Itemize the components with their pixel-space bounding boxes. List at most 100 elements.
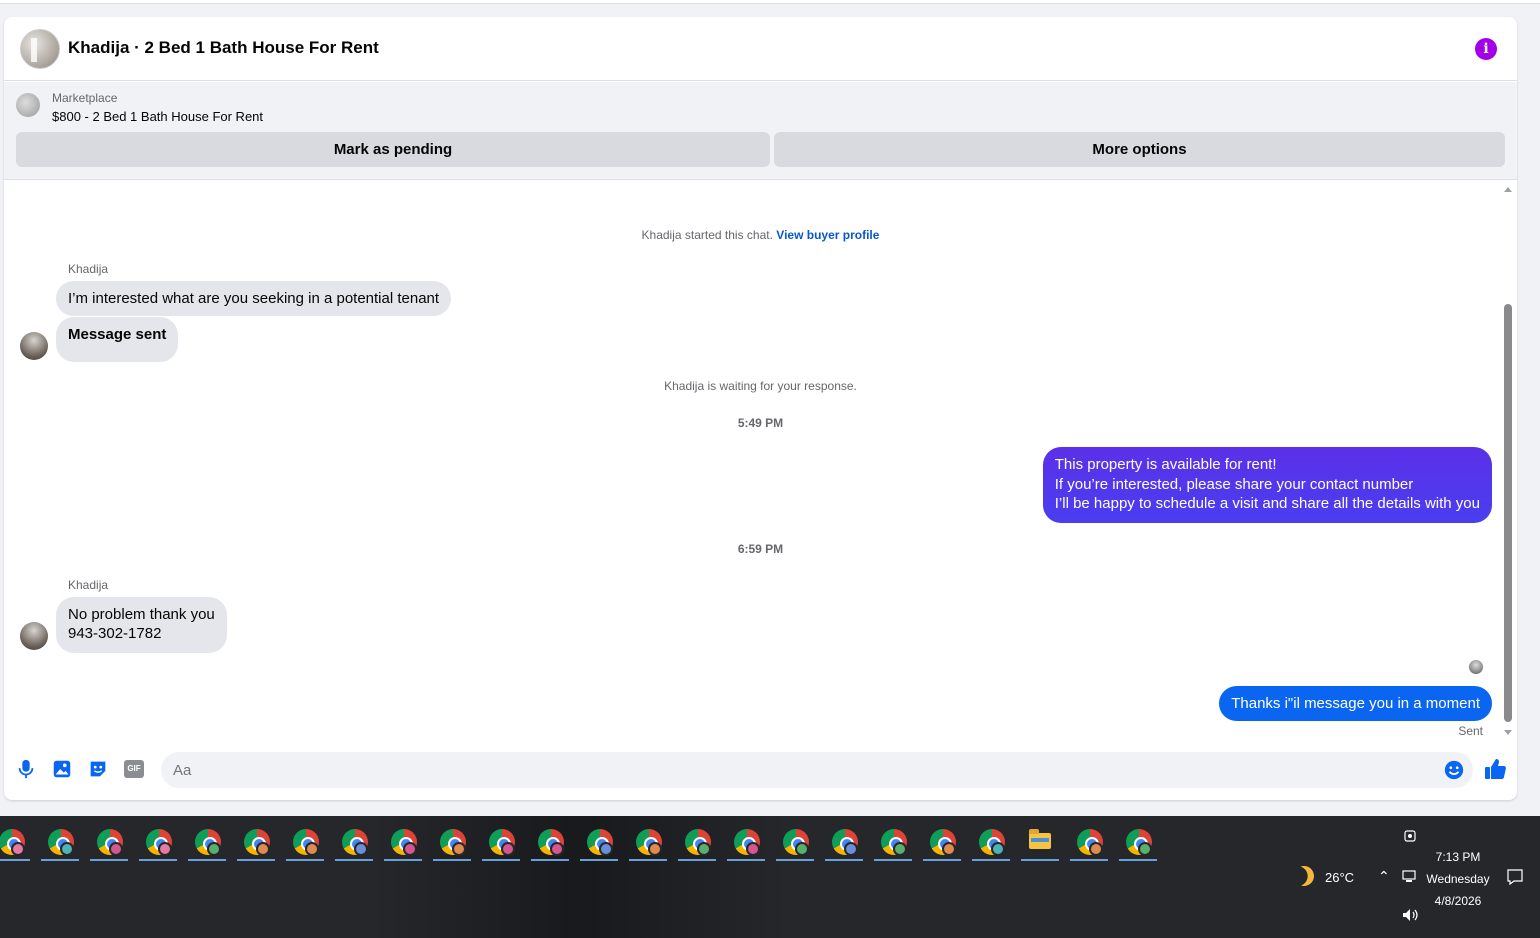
incoming-message[interactable]: No problem thank you 943-302-1782 (56, 597, 227, 653)
clock-date: 4/8/2026 (1434, 894, 1482, 908)
chrome-taskbar-icon[interactable] (0, 823, 30, 861)
mark-as-pending-button[interactable]: Mark as pending (16, 132, 770, 167)
profile-badge-icon (109, 842, 123, 856)
chrome-taskbar-icon[interactable] (335, 823, 373, 861)
photo-icon[interactable] (51, 758, 73, 780)
message-input[interactable] (161, 752, 1421, 788)
outgoing-message[interactable]: This property is available for rent! If … (1042, 447, 1492, 523)
listing-price-title[interactable]: $800 - 2 Bed 1 Bath House For Rent (52, 109, 263, 124)
chat-window: Khadija · 2 Bed 1 Bath House For Rent i … (4, 17, 1517, 800)
system-clock[interactable]: 7:13 PM Wednesday 4/8/2026 (1418, 846, 1498, 912)
sender-avatar[interactable] (20, 332, 48, 360)
chrome-taskbar-icon[interactable] (678, 823, 716, 861)
incoming-message-line: 943-302-1782 (68, 625, 162, 642)
marketplace-label: Marketplace (52, 91, 118, 105)
chat-header: Khadija · 2 Bed 1 Bath House For Rent i (4, 17, 1517, 81)
message-composer: GIF (4, 745, 1517, 795)
clock-time: 7:13 PM (1435, 850, 1481, 864)
network-icon[interactable] (1402, 870, 1418, 884)
more-options-button[interactable]: More options (774, 132, 1505, 167)
chrome-taskbar-icon[interactable] (139, 823, 177, 861)
windows-taskbar: 26°C ⌃ 7:13 PM Wednesday 4/8/2026 (0, 816, 1540, 938)
chat-title[interactable]: Khadija · 2 Bed 1 Bath House For Rent (68, 38, 379, 58)
profile-badge-icon (256, 842, 270, 856)
timestamp: 6:59 PM (737, 542, 784, 556)
scroll-down-arrow-icon[interactable] (1504, 730, 1512, 735)
listing-thumbnail[interactable] (16, 93, 40, 117)
chrome-taskbar-icon[interactable] (923, 823, 961, 861)
incoming-message[interactable]: I’m interested what are you seeking in a… (56, 281, 452, 316)
sender-avatar[interactable] (20, 622, 48, 650)
sender-name: Khadija (68, 262, 109, 276)
chat-started-notice: Khadija started this chat. View buyer pr… (4, 228, 1517, 242)
chrome-taskbar-icon[interactable] (531, 823, 569, 861)
profile-badge-icon (354, 842, 368, 856)
profile-badge-icon (305, 842, 319, 856)
clock-day: Wednesday (1426, 872, 1490, 886)
chrome-taskbar-icon[interactable] (433, 823, 471, 861)
profile-badge-icon (697, 842, 711, 856)
profile-badge-icon (452, 842, 466, 856)
outgoing-message-line: This property is available for rent! (1054, 456, 1277, 473)
message-scrollbar[interactable] (1504, 187, 1513, 735)
profile-badge-icon (893, 842, 907, 856)
chrome-taskbar-icon[interactable] (1119, 823, 1157, 861)
waiting-notice: Khadija is waiting for your response. (664, 379, 857, 393)
chat-started-text: Khadija started this chat. (641, 228, 773, 242)
microphone-icon[interactable] (15, 758, 37, 780)
emoji-icon[interactable] (1443, 759, 1465, 781)
read-receipt-avatar (1469, 660, 1483, 674)
meet-now-icon[interactable] (1402, 828, 1418, 844)
gif-icon[interactable]: GIF (124, 760, 144, 778)
chrome-taskbar-icon[interactable] (629, 823, 667, 861)
chrome-taskbar-icon[interactable] (384, 823, 422, 861)
profile-badge-icon (11, 842, 25, 856)
chrome-taskbar-icon[interactable] (776, 823, 814, 861)
chrome-taskbar-icon[interactable] (972, 823, 1010, 861)
notifications-icon[interactable] (1506, 868, 1524, 886)
sent-status: Sent (1458, 724, 1483, 738)
profile-badge-icon (158, 842, 172, 856)
scroll-up-arrow-icon[interactable] (1504, 187, 1512, 192)
message-list: Khadija started this chat. View buyer pr… (4, 181, 1517, 738)
chrome-taskbar-icon[interactable] (90, 823, 128, 861)
sticker-icon[interactable] (87, 758, 109, 780)
chrome-taskbar-icon[interactable] (482, 823, 520, 861)
chrome-taskbar-icon[interactable] (727, 823, 765, 861)
listing-avatar[interactable] (20, 29, 60, 69)
message-input-box[interactable] (161, 752, 1473, 788)
chrome-taskbar-icon[interactable] (1070, 823, 1108, 861)
profile-badge-icon (1089, 842, 1103, 856)
folder-icon (1029, 829, 1051, 849)
chrome-taskbar-icon[interactable] (237, 823, 275, 861)
profile-badge-icon (403, 842, 417, 856)
chrome-taskbar-icon[interactable] (188, 823, 226, 861)
weather-moon-icon[interactable] (1291, 863, 1317, 889)
chrome-taskbar-icon[interactable] (580, 823, 618, 861)
profile-badge-icon (942, 842, 956, 856)
profile-badge-icon (746, 842, 760, 856)
view-buyer-profile-link[interactable]: View buyer profile (776, 228, 879, 242)
sender-name: Khadija (68, 578, 109, 592)
file-explorer-taskbar-icon[interactable] (1021, 823, 1059, 861)
profile-badge-icon (795, 842, 809, 856)
chrome-taskbar-icon[interactable] (286, 823, 324, 861)
chrome-taskbar-icon[interactable] (825, 823, 863, 861)
incoming-message[interactable]: Message sent (56, 317, 179, 362)
profile-badge-icon (501, 842, 515, 856)
weather-temperature[interactable]: 26°C (1325, 870, 1354, 885)
thumbs-up-icon[interactable] (1483, 757, 1507, 781)
show-hidden-icons-chevron-icon[interactable]: ⌃ (1378, 868, 1390, 885)
scrollbar-thumb[interactable] (1504, 304, 1512, 722)
profile-badge-icon (648, 842, 662, 856)
browser-top-strip (0, 0, 1540, 4)
outgoing-message-line: If you’re interested, please share your … (1054, 476, 1414, 493)
info-icon[interactable]: i (1475, 38, 1497, 60)
profile-badge-icon (599, 842, 613, 856)
profile-badge-icon (991, 842, 1005, 856)
chrome-taskbar-icon[interactable] (874, 823, 912, 861)
timestamp: 5:49 PM (737, 416, 784, 430)
profile-badge-icon (60, 842, 74, 856)
outgoing-message[interactable]: Thanks i"il message you in a moment (1219, 686, 1492, 721)
chrome-taskbar-icon[interactable] (41, 823, 79, 861)
